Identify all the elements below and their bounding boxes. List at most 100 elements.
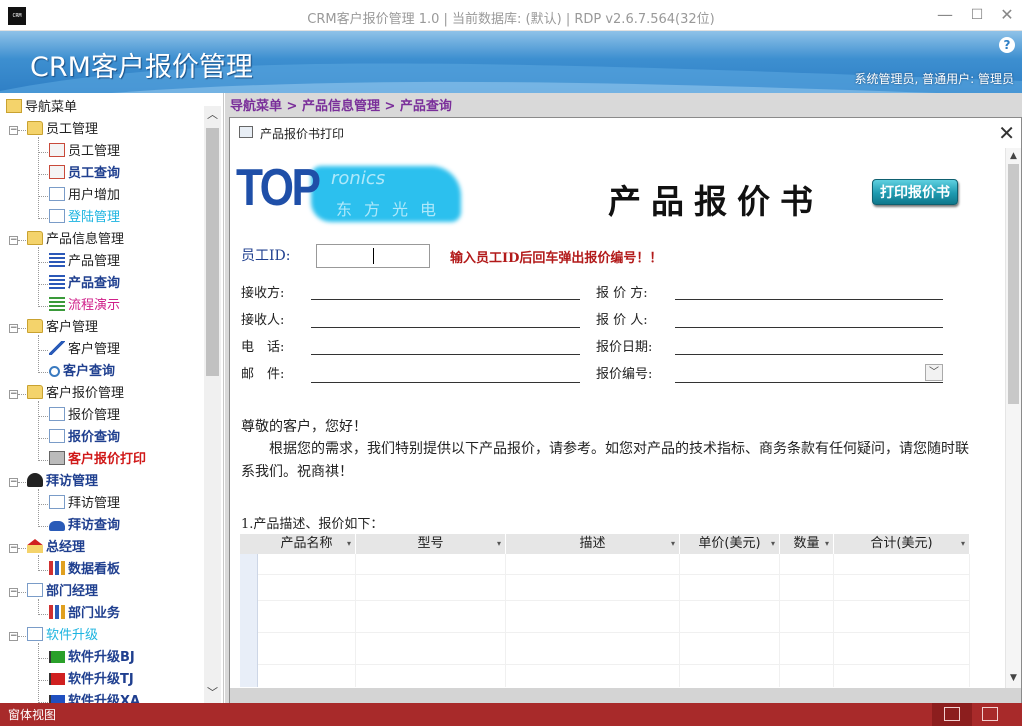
home-icon	[27, 539, 43, 553]
quote-date-field[interactable]	[675, 354, 943, 355]
collapse-toggle-icon[interactable]: −	[9, 544, 18, 553]
quote-no-select[interactable]: ﹀	[675, 363, 943, 383]
scroll-up-arrow-icon[interactable]: ︿	[204, 106, 221, 123]
collapse-toggle-icon[interactable]: −	[9, 632, 18, 641]
magnifier-icon	[49, 366, 60, 377]
tree-connector	[38, 526, 48, 527]
tree-item-label: 客户报价打印	[68, 452, 147, 467]
maximize-button[interactable]: ☐	[962, 4, 992, 26]
row-selector-gutter[interactable]	[240, 554, 258, 687]
tree-item-label: 客户查询	[63, 364, 116, 379]
scroll-down-arrow-icon[interactable]: ﹀	[204, 684, 221, 701]
tree-item[interactable]: 软件升级XA	[49, 691, 140, 703]
dropdown-arrow-icon[interactable]: ▾	[961, 534, 965, 554]
tree-item[interactable]: 员工查询	[49, 163, 120, 185]
status-text: 窗体视图	[8, 708, 57, 722]
dialog-close-button[interactable]: ✕	[998, 121, 1015, 145]
tree-item[interactable]: 产品查询	[49, 273, 120, 295]
list-icon	[49, 275, 65, 289]
column-header[interactable]: 合计(美元) ▾	[834, 534, 970, 554]
tree-root[interactable]: 导航菜单	[6, 97, 77, 119]
dropdown-arrow-icon[interactable]: ▾	[347, 534, 351, 554]
datasheet-view-icon[interactable]	[982, 707, 998, 721]
logo-chinese-text: 东方光电	[336, 200, 449, 219]
tree-item[interactable]: 客户报价打印	[49, 449, 146, 471]
tree-connector	[38, 658, 48, 659]
receiver-person-label: 接收人:	[241, 313, 285, 328]
print-quote-button[interactable]: 打印报价书	[872, 179, 958, 205]
email-field[interactable]	[311, 382, 580, 383]
dialog-scroll-thumb[interactable]	[1008, 164, 1019, 404]
list-icon	[49, 253, 65, 267]
receiver-person-field[interactable]	[311, 327, 580, 328]
close-window-button[interactable]: ✕	[992, 4, 1022, 26]
tree-item[interactable]: 用户增加	[49, 185, 120, 207]
tree-item[interactable]: 流程演示	[49, 295, 120, 317]
employee-id-input[interactable]	[316, 244, 430, 268]
tree-connector	[38, 306, 48, 307]
column-header[interactable]: 产品名称 ▾	[258, 534, 356, 554]
tree-item-label: 产品查询	[68, 276, 121, 291]
tree-item[interactable]: 数据看板	[49, 559, 120, 581]
tree-item[interactable]: 报价管理	[49, 405, 120, 427]
tree-item[interactable]: 产品管理	[49, 251, 120, 273]
collapse-toggle-icon[interactable]: −	[9, 324, 18, 333]
greeting-text: 尊敬的客户，您好！	[241, 419, 367, 435]
tree-connector	[38, 196, 48, 197]
column-header[interactable]: 单价(美元) ▾	[680, 534, 780, 554]
text-caret	[373, 248, 374, 264]
sidebar-scrollbar[interactable]: ︿ ﹀	[204, 106, 221, 703]
column-header-label: 产品名称	[280, 536, 333, 551]
intro-paragraph: 根据您的需求，我们特别提供以下产品报价，请参考。如您对产品的技术指标、商务条款有…	[241, 441, 969, 480]
dropdown-arrow-icon[interactable]: ▾	[497, 534, 501, 554]
red-flag-icon	[49, 673, 65, 685]
column-header[interactable]: 描述 ▾	[506, 534, 680, 554]
collapse-toggle-icon[interactable]: −	[9, 588, 18, 597]
receiver-field[interactable]	[311, 299, 580, 300]
column-header[interactable]: 数量 ▾	[780, 534, 834, 554]
tree-item[interactable]: 拜访查询	[49, 515, 120, 537]
tree-item[interactable]: 软件升级BJ	[49, 647, 135, 669]
help-icon[interactable]: ?	[999, 37, 1015, 53]
tree-item[interactable]: 报价查询	[49, 427, 120, 449]
form-view-icon[interactable]	[944, 707, 960, 721]
tree-item-label: 流程演示	[68, 298, 121, 313]
tree-item[interactable]: 部门业务	[49, 603, 120, 625]
chevron-down-icon[interactable]: ﹀	[925, 364, 943, 381]
tree-group[interactable]: 客户报价管理	[27, 383, 124, 405]
printer-icon	[49, 451, 65, 465]
tree-group[interactable]: 总经理	[27, 537, 85, 559]
tree-item-label: 员工查询	[68, 166, 121, 181]
sidebar-scroll-thumb[interactable]	[206, 128, 219, 376]
tree-item[interactable]: 软件升级TJ	[49, 669, 134, 691]
breadcrumb: 导航菜单 > 产品信息管理 > 产品查询	[230, 99, 452, 114]
tree-item[interactable]: 客户管理	[49, 339, 120, 361]
column-header[interactable]: 型号 ▾	[356, 534, 506, 554]
collapse-toggle-icon[interactable]: −	[9, 236, 18, 245]
tree-item[interactable]: 登陆管理	[49, 207, 120, 229]
collapse-toggle-icon[interactable]: −	[9, 126, 18, 135]
dropdown-arrow-icon[interactable]: ▾	[671, 534, 675, 554]
tree-item[interactable]: 员工管理	[49, 141, 120, 163]
dropdown-arrow-icon[interactable]: ▾	[825, 534, 829, 554]
document-icon	[49, 407, 65, 421]
document-icon	[49, 209, 65, 223]
tree-item-label: 拜访查询	[68, 518, 121, 533]
tree-group[interactable]: 产品信息管理	[27, 229, 124, 251]
scroll-down-arrow-icon[interactable]: ▼	[1006, 670, 1021, 687]
quoter-field[interactable]	[675, 299, 943, 300]
quoter-person-field[interactable]	[675, 327, 943, 328]
collapse-toggle-icon[interactable]: −	[9, 478, 18, 487]
logo-text: TOP	[236, 159, 321, 217]
dialog-title: 产品报价书打印	[260, 127, 345, 141]
scroll-up-arrow-icon[interactable]: ▲	[1006, 148, 1021, 165]
window-title: CRM客户报价管理 1.0 | 当前数据库: (默认) | RDP v2.6.7…	[307, 12, 715, 27]
collapse-toggle-icon[interactable]: −	[9, 390, 18, 399]
dialog-vertical-scrollbar[interactable]: ▲ ▼	[1005, 148, 1021, 688]
tree-item[interactable]: 拜访管理	[49, 493, 120, 515]
tree-item[interactable]: 客户查询	[49, 361, 115, 383]
person-icon	[27, 473, 43, 487]
minimize-button[interactable]: —	[930, 4, 960, 26]
phone-field[interactable]	[311, 354, 580, 355]
dropdown-arrow-icon[interactable]: ▾	[771, 534, 775, 554]
